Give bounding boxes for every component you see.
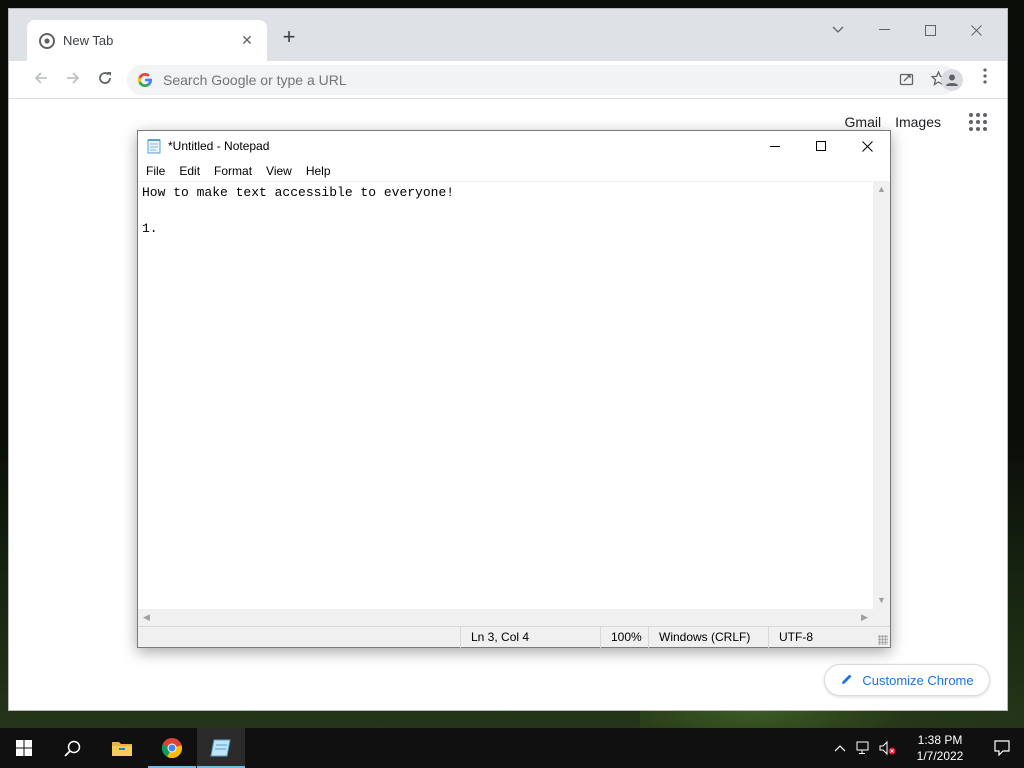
volume-muted-icon[interactable] <box>876 728 900 768</box>
notepad-maximize-button[interactable] <box>798 131 844 161</box>
windows-start-icon <box>16 740 32 756</box>
taskbar: 1:38 PM 1/7/2022 <box>0 728 1024 768</box>
taskbar-notepad[interactable] <box>197 728 245 768</box>
back-arrow-icon[interactable] <box>29 68 53 92</box>
chrome-tab-favicon-icon <box>39 32 55 49</box>
forward-arrow-icon[interactable] <box>61 68 85 92</box>
chrome-maximize-button[interactable] <box>907 15 953 45</box>
notepad-menubar: File Edit Format View Help <box>138 161 890 181</box>
chrome-minimize-button[interactable] <box>861 15 907 45</box>
close-tab-icon[interactable]: ✕ <box>239 32 255 49</box>
notepad-window: *Untitled - Notepad File Edit Format Vie… <box>137 130 891 648</box>
scroll-up-arrow-icon[interactable]: ▲ <box>873 181 890 198</box>
notepad-text-content[interactable]: How to make text accessible to everyone!… <box>142 184 872 604</box>
status-encoding: UTF-8 <box>768 627 878 648</box>
taskbar-chrome[interactable] <box>148 728 196 768</box>
menu-file[interactable]: File <box>139 164 172 178</box>
customize-chrome-button[interactable]: Customize Chrome <box>824 664 990 696</box>
pencil-icon <box>840 672 854 689</box>
notepad-title: *Untitled - Notepad <box>168 139 270 153</box>
clock-time: 1:38 PM <box>917 733 963 747</box>
images-link[interactable]: Images <box>895 114 941 130</box>
notepad-close-button[interactable] <box>844 131 890 161</box>
chrome-close-button[interactable] <box>953 15 999 45</box>
start-button[interactable] <box>0 728 48 768</box>
taskbar-clock[interactable]: 1:38 PM 1/7/2022 <box>900 732 980 764</box>
scroll-left-arrow-icon[interactable]: ◀ <box>138 609 155 626</box>
ntp-header-links: Gmail Images <box>845 113 987 131</box>
vertical-scrollbar[interactable]: ▲ ▼ <box>873 181 890 609</box>
notepad-text-area[interactable]: How to make text accessible to everyone!… <box>138 181 890 609</box>
menu-view[interactable]: View <box>259 164 299 178</box>
scroll-down-arrow-icon[interactable]: ▼ <box>873 592 890 609</box>
chrome-menu-icon[interactable] <box>977 68 993 92</box>
chrome-tab-title: New Tab <box>63 33 114 48</box>
notepad-icon <box>210 739 231 757</box>
search-icon <box>63 740 80 757</box>
action-center-button[interactable] <box>980 728 1024 768</box>
file-explorer-icon <box>112 742 132 756</box>
new-tab-button[interactable]: + <box>277 25 301 49</box>
notepad-titlebar[interactable]: *Untitled - Notepad <box>138 131 890 161</box>
google-g-icon <box>137 73 152 87</box>
notepad-statusbar: Ln 3, Col 4 100% Windows (CRLF) UTF-8 <box>138 626 890 648</box>
profile-avatar-icon[interactable] <box>941 69 963 91</box>
status-line-ending: Windows (CRLF) <box>648 627 768 648</box>
reload-icon[interactable] <box>93 68 117 92</box>
tray-overflow-chevron-icon[interactable] <box>828 728 852 768</box>
taskbar-file-explorer[interactable] <box>98 728 146 768</box>
resize-grip-icon[interactable] <box>878 635 888 645</box>
share-icon[interactable] <box>897 71 915 89</box>
tab-search-icon[interactable] <box>815 15 861 45</box>
horizontal-scrollbar[interactable]: ◀ ▶ <box>138 609 873 626</box>
clock-date: 1/7/2022 <box>916 749 964 763</box>
omnibox[interactable] <box>127 65 957 95</box>
notepad-app-icon <box>147 139 161 154</box>
google-apps-icon[interactable] <box>969 113 987 131</box>
chrome-window-controls <box>815 15 999 45</box>
notification-icon <box>994 740 1010 756</box>
system-tray: 1:38 PM 1/7/2022 <box>828 728 1024 768</box>
menu-format[interactable]: Format <box>207 164 259 178</box>
omnibox-input[interactable] <box>163 72 897 88</box>
scrollbar-corner <box>873 609 890 626</box>
chrome-tab-strip: New Tab ✕ + <box>9 9 1007 61</box>
status-zoom: 100% <box>600 627 648 648</box>
menu-help[interactable]: Help <box>299 164 338 178</box>
chrome-icon <box>161 738 183 759</box>
scroll-right-arrow-icon[interactable]: ▶ <box>856 609 873 626</box>
network-icon[interactable] <box>852 728 876 768</box>
chrome-tab-new-tab[interactable]: New Tab ✕ <box>27 20 267 61</box>
gmail-link[interactable]: Gmail <box>845 114 882 130</box>
status-cursor-position: Ln 3, Col 4 <box>460 627 600 648</box>
taskbar-search-button[interactable] <box>48 728 96 768</box>
notepad-minimize-button[interactable] <box>752 131 798 161</box>
customize-chrome-label: Customize Chrome <box>862 672 974 688</box>
menu-edit[interactable]: Edit <box>172 164 207 178</box>
chrome-toolbar <box>9 61 1007 99</box>
